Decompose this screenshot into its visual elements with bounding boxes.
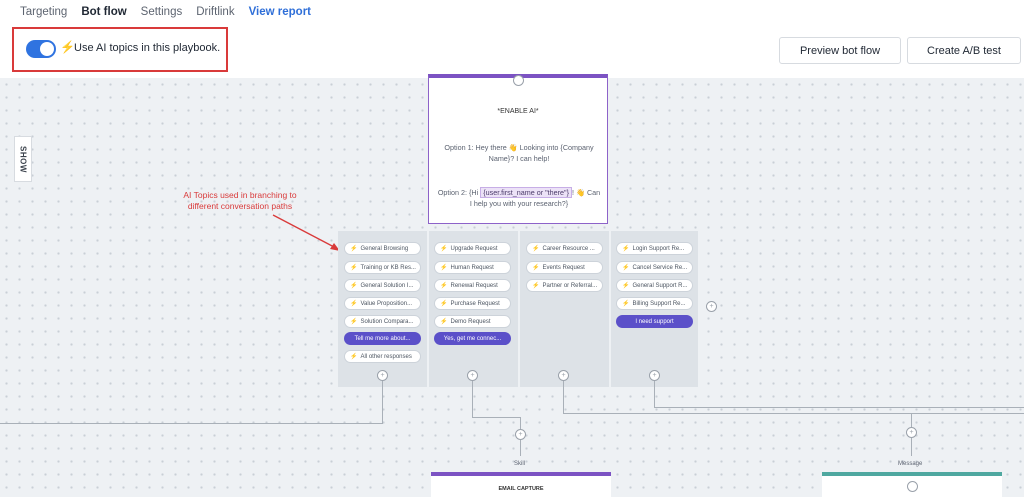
skill-card[interactable]: EMAIL CAPTURE xyxy=(431,472,611,497)
message-card[interactable] xyxy=(822,472,1002,497)
tab-bot-flow[interactable]: Bot flow xyxy=(81,6,126,18)
skill-card-title: EMAIL CAPTURE xyxy=(498,486,544,492)
connector-line xyxy=(520,417,521,429)
preview-bot-flow-button[interactable]: Preview bot flow xyxy=(779,37,901,64)
ai-topic-chip[interactable]: ⚡ Cancel Service Re... xyxy=(616,261,693,274)
ai-bolt-icon: ⚡ xyxy=(622,301,630,307)
connector-line xyxy=(654,407,1024,408)
response-chip[interactable]: I need support xyxy=(616,315,693,328)
annotation-arrow-icon xyxy=(272,214,340,251)
connector-line xyxy=(0,423,383,424)
ai-bolt-icon: ⚡ xyxy=(532,246,540,252)
connector-line xyxy=(911,438,912,456)
ai-toggle-label: Use AI topics in this playbook. xyxy=(74,42,221,54)
ai-topic-chip[interactable]: ⚡ Events Request xyxy=(526,261,603,274)
ai-bolt-icon: ⚡ xyxy=(350,301,358,307)
ai-topic-chip[interactable]: ⚡ General Browsing xyxy=(344,242,421,255)
add-node-icon[interactable]: + xyxy=(649,370,660,381)
tab-view-report[interactable]: View report xyxy=(249,6,311,18)
connector-line xyxy=(472,381,473,417)
option-1-text: Option 1: Hey there 👋 Looking into {Comp… xyxy=(444,143,594,163)
ai-bolt-icon: ⚡ xyxy=(440,283,448,289)
response-chip[interactable]: Tell me more about... xyxy=(344,332,421,345)
ai-bolt-icon: ⚡ xyxy=(60,40,75,54)
enable-ai-message-card[interactable]: *ENABLE AI* Option 1: Hey there 👋 Lookin… xyxy=(428,74,608,224)
option-2-prefix: Option 2: {Hi xyxy=(437,188,479,197)
ai-bolt-icon: ⚡ xyxy=(622,246,630,252)
add-node-icon[interactable]: + xyxy=(906,427,917,438)
show-panel-tab[interactable]: SHOW xyxy=(14,136,32,182)
node-connector-icon[interactable] xyxy=(907,481,918,492)
ai-bolt-icon: ⚡ xyxy=(440,265,448,271)
ai-topic-chip[interactable]: ⚡ Login Support Re... xyxy=(616,242,693,255)
ai-bolt-icon: ⚡ xyxy=(350,246,358,252)
ai-topic-chip[interactable]: ⚡ Renewal Request xyxy=(434,279,511,292)
tab-targeting[interactable]: Targeting xyxy=(20,6,67,18)
toggle-knob xyxy=(40,42,54,56)
ai-bolt-icon: ⚡ xyxy=(440,246,448,252)
top-nav: Targeting Bot flow Settings Driftlink Vi… xyxy=(0,0,1024,24)
response-chip[interactable]: Yes, get me connec... xyxy=(434,332,511,345)
ai-bolt-icon: ⚡ xyxy=(532,283,540,289)
variable-pill: {user.first_name or "there"} xyxy=(480,187,573,198)
ai-bolt-icon: ⚡ xyxy=(350,265,358,271)
connector-line xyxy=(654,381,655,407)
all-other-responses-chip[interactable]: ⚡ All other responses xyxy=(344,350,421,363)
ai-topic-chip[interactable]: ⚡ Training or KB Res... xyxy=(344,261,421,274)
connector-line xyxy=(911,413,912,427)
node-connector-icon[interactable] xyxy=(513,75,524,86)
skill-label: Skill xyxy=(514,461,526,467)
connector-line xyxy=(563,413,1024,414)
ai-topic-chip[interactable]: ⚡ Solution Compara... xyxy=(344,315,421,328)
ai-topic-chip[interactable]: ⚡ General Support R... xyxy=(616,279,693,292)
add-node-icon[interactable]: + xyxy=(377,370,388,381)
create-ab-test-button[interactable]: Create A/B test xyxy=(907,37,1021,64)
connector-line xyxy=(382,381,383,423)
connector-line xyxy=(472,417,520,418)
annotation-text: AI Topics used in branching to different… xyxy=(183,190,297,211)
ai-bolt-icon: ⚡ xyxy=(440,301,448,307)
ai-topic-chip[interactable]: ⚡ Value Proposition... xyxy=(344,297,421,310)
ai-topic-chip[interactable]: ⚡ Demo Request xyxy=(434,315,511,328)
connector-line xyxy=(563,381,564,413)
ai-bolt-icon: ⚡ xyxy=(350,319,358,325)
tab-settings[interactable]: Settings xyxy=(141,6,183,18)
message-label: Message xyxy=(898,461,923,467)
option-2-text: Option 2: {Hi {user.first_name or "there… xyxy=(437,187,601,209)
tab-driftlink[interactable]: Driftlink xyxy=(196,6,234,18)
ai-topic-chip[interactable]: ⚡ Billing Support Re... xyxy=(616,297,693,310)
ai-bolt-icon: ⚡ xyxy=(440,319,448,325)
add-branch-icon[interactable]: + xyxy=(706,301,717,312)
ai-topic-chip[interactable]: ⚡ Career Resource ... xyxy=(526,242,603,255)
add-node-icon[interactable]: + xyxy=(515,429,526,440)
ai-bolt-icon: ⚡ xyxy=(350,354,358,360)
card-title: *ENABLE AI* xyxy=(497,108,539,115)
ai-bolt-icon: ⚡ xyxy=(350,283,358,289)
ai-topic-chip[interactable]: ⚡ Upgrade Request xyxy=(434,242,511,255)
ai-topic-chip[interactable]: ⚡ Purchase Request xyxy=(434,297,511,310)
ai-bolt-icon: ⚡ xyxy=(622,265,630,271)
ai-topic-chip[interactable]: ⚡ Human Request xyxy=(434,261,511,274)
show-label: SHOW xyxy=(18,145,28,173)
ai-bolt-icon: ⚡ xyxy=(622,283,630,289)
ai-bolt-icon: ⚡ xyxy=(532,265,540,271)
connector-line xyxy=(520,440,521,456)
ai-topic-chip[interactable]: ⚡ General Solution I... xyxy=(344,279,421,292)
add-node-icon[interactable]: + xyxy=(558,370,569,381)
ai-topics-toggle[interactable] xyxy=(26,40,56,58)
ai-topic-chip[interactable]: ⚡ Partner or Referral... xyxy=(526,279,603,292)
add-node-icon[interactable]: + xyxy=(467,370,478,381)
